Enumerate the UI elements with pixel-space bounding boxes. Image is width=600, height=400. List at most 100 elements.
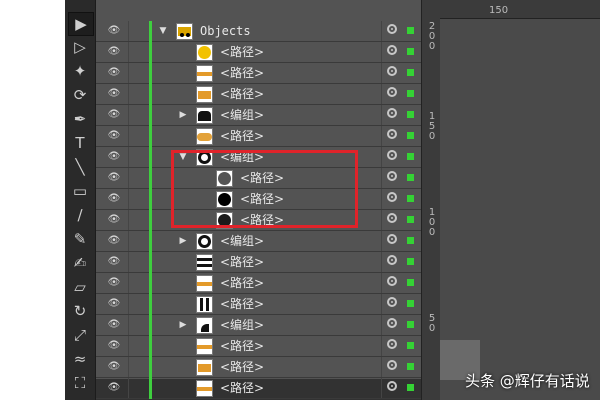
eraser-tool-icon[interactable]: ▱ [68,276,92,298]
visibility-eye-icon[interactable]: 👁 [106,294,122,314]
selection-indicator[interactable] [407,237,414,244]
pencil-tool-icon[interactable]: ✎ [68,228,92,250]
magic-wand-tool-icon[interactable]: ✦ [68,60,92,82]
layer-row[interactable]: 👁 <路径> [96,63,421,84]
layer-row[interactable]: 👁 <路径> [96,84,421,105]
visibility-eye-icon[interactable]: 👁 [106,336,122,356]
visibility-eye-icon[interactable]: 👁 [106,357,122,377]
selection-tool-icon[interactable]: ▶ [68,12,94,36]
selection-indicator[interactable] [407,300,414,307]
layer-name[interactable]: <路径> [220,273,264,293]
selection-indicator[interactable] [407,48,414,55]
lock-column[interactable] [128,210,129,230]
visibility-eye-icon[interactable]: 👁 [106,42,122,62]
layer-row[interactable]: 👁 <路径> [96,273,421,294]
expand-triangle-icon[interactable]: ▶ [178,105,188,125]
visibility-eye-icon[interactable]: 👁 [106,252,122,272]
layer-name[interactable]: <路径> [220,63,264,83]
target-circle-icon[interactable] [387,381,397,391]
target-circle-icon[interactable] [387,129,397,139]
visibility-eye-icon[interactable]: 👁 [106,21,122,41]
lock-column[interactable] [128,378,129,398]
layer-name[interactable]: <路径> [220,84,264,104]
target-circle-icon[interactable] [387,150,397,160]
visibility-eye-icon[interactable]: 👁 [106,168,122,188]
target-circle-icon[interactable] [387,66,397,76]
layer-name[interactable]: <编组> [220,105,264,125]
lock-column[interactable] [128,273,129,293]
layer-name[interactable]: <路径> [220,357,264,377]
lock-column[interactable] [128,336,129,356]
paintbrush-tool-icon[interactable]: ∕ [68,204,92,226]
target-circle-icon[interactable] [387,255,397,265]
lasso-tool-icon[interactable]: ⟳ [68,84,92,106]
target-circle-icon[interactable] [387,24,397,34]
selection-indicator[interactable] [407,363,414,370]
free-transform-tool-icon[interactable]: ⛶ [68,372,92,394]
layer-row[interactable]: 👁 <路径> [96,252,421,273]
layer-name[interactable]: <路径> [220,336,264,356]
layer-name[interactable]: <编组> [220,231,264,251]
layer-name[interactable]: <路径> [220,252,264,272]
target-circle-icon[interactable] [387,108,397,118]
selection-indicator[interactable] [407,279,414,286]
visibility-eye-icon[interactable]: 👁 [106,378,122,398]
target-circle-icon[interactable] [387,276,397,286]
rectangle-tool-icon[interactable]: ▭ [68,180,92,202]
expand-triangle-icon[interactable]: ▶ [178,231,188,251]
layer-name[interactable]: <路径> [220,42,264,62]
layer-row-objects[interactable]: 👁 ▼ Objects [96,21,421,42]
target-circle-icon[interactable] [387,171,397,181]
lock-column[interactable] [128,21,129,41]
selection-indicator[interactable] [407,216,414,223]
visibility-eye-icon[interactable]: 👁 [106,315,122,335]
selection-indicator[interactable] [407,111,414,118]
selection-indicator[interactable] [407,174,414,181]
visibility-eye-icon[interactable]: 👁 [106,147,122,167]
line-tool-icon[interactable]: ╲ [68,156,92,178]
selection-indicator[interactable] [407,384,414,391]
rotate-tool-icon[interactable]: ↻ [68,300,92,322]
target-circle-icon[interactable] [387,234,397,244]
target-circle-icon[interactable] [387,297,397,307]
layer-row[interactable]: 👁 <路径> [96,378,421,399]
pen-tool-icon[interactable]: ✒ [68,108,92,130]
layer-row[interactable]: 👁 <路径> [96,42,421,63]
layer-name[interactable]: <路径> [220,294,264,314]
visibility-eye-icon[interactable]: 👁 [106,231,122,251]
target-circle-icon[interactable] [387,213,397,223]
layer-name[interactable]: <路径> [220,378,264,398]
lock-column[interactable] [128,147,129,167]
selection-indicator[interactable] [407,90,414,97]
layer-row[interactable]: 👁 <路径> [96,336,421,357]
layer-row[interactable]: 👁 <路径> [96,357,421,378]
layer-name[interactable]: Objects [200,21,251,41]
target-circle-icon[interactable] [387,339,397,349]
lock-column[interactable] [128,105,129,125]
target-circle-icon[interactable] [387,360,397,370]
selection-indicator[interactable] [407,153,414,160]
visibility-eye-icon[interactable]: 👁 [106,84,122,104]
target-circle-icon[interactable] [387,45,397,55]
lock-column[interactable] [128,126,129,146]
lock-column[interactable] [128,42,129,62]
visibility-eye-icon[interactable]: 👁 [106,273,122,293]
direct-selection-tool-icon[interactable]: ▷ [68,36,92,58]
scale-tool-icon[interactable]: ⤢ [68,324,92,346]
warp-tool-icon[interactable]: ≈ [68,348,92,370]
layer-row[interactable]: 👁 ▶ <编组> [96,231,421,252]
layer-row[interactable]: 👁 <路径> [96,126,421,147]
collapse-triangle-icon[interactable]: ▼ [158,21,168,41]
layer-name[interactable]: <编组> [220,315,264,335]
lock-column[interactable] [128,63,129,83]
target-circle-icon[interactable] [387,192,397,202]
visibility-eye-icon[interactable]: 👁 [106,126,122,146]
lock-column[interactable] [128,168,129,188]
lock-column[interactable] [128,357,129,377]
blob-brush-tool-icon[interactable]: ✍ [68,252,92,274]
visibility-eye-icon[interactable]: 👁 [106,210,122,230]
visibility-eye-icon[interactable]: 👁 [106,189,122,209]
target-circle-icon[interactable] [387,318,397,328]
selection-indicator[interactable] [407,195,414,202]
layer-name[interactable]: <路径> [220,126,264,146]
